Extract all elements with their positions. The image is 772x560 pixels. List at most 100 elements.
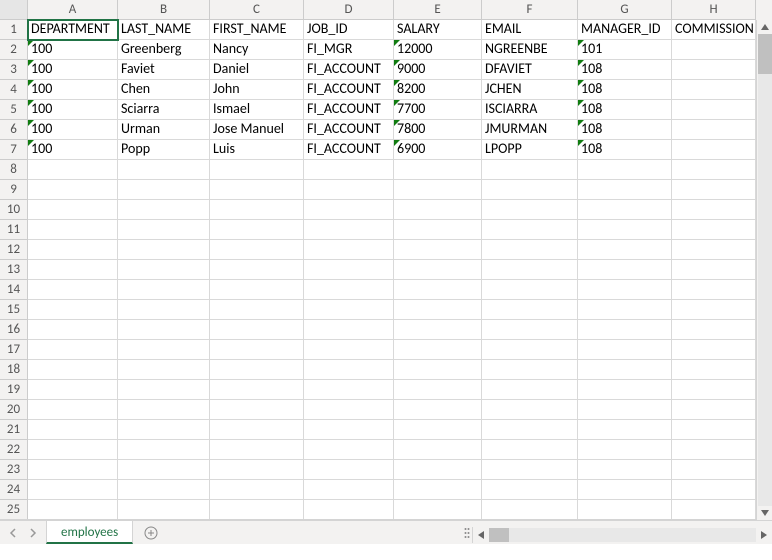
cell[interactable]	[304, 500, 394, 520]
cell[interactable]	[672, 460, 756, 480]
cell[interactable]: Ismael	[210, 100, 304, 120]
row-header[interactable]: 17	[0, 340, 28, 360]
cell[interactable]	[672, 400, 756, 420]
cell[interactable]: DFAVIET	[482, 60, 578, 80]
cell[interactable]	[28, 380, 118, 400]
cell[interactable]	[118, 360, 210, 380]
cell[interactable]: FI_ACCOUNT	[304, 60, 394, 80]
cell[interactable]: Luis	[210, 140, 304, 160]
add-sheet-button[interactable]	[139, 521, 163, 545]
cell[interactable]	[28, 420, 118, 440]
cell[interactable]	[482, 240, 578, 260]
cell[interactable]	[578, 500, 672, 520]
tab-nav-next-icon[interactable]	[26, 526, 40, 540]
cell[interactable]	[394, 240, 482, 260]
cell[interactable]	[672, 180, 756, 200]
cell[interactable]	[394, 280, 482, 300]
cell[interactable]: LPOPP	[482, 140, 578, 160]
cell[interactable]: Sciarra	[118, 100, 210, 120]
cell[interactable]	[28, 160, 118, 180]
cell[interactable]: FI_MGR	[304, 40, 394, 60]
cell[interactable]	[672, 80, 756, 100]
cell[interactable]	[672, 320, 756, 340]
cell[interactable]	[578, 220, 672, 240]
row-header[interactable]: 16	[0, 320, 28, 340]
scroll-up-button[interactable]	[757, 20, 772, 34]
cell[interactable]	[304, 260, 394, 280]
cell[interactable]	[672, 500, 756, 520]
cell[interactable]	[28, 400, 118, 420]
cell[interactable]	[304, 400, 394, 420]
cell[interactable]	[28, 240, 118, 260]
cell[interactable]: 108	[578, 100, 672, 120]
cell[interactable]	[394, 260, 482, 280]
column-header-G[interactable]: G	[578, 0, 672, 20]
cell[interactable]	[394, 320, 482, 340]
cell[interactable]: ISCIARRA	[482, 100, 578, 120]
row-header[interactable]: 11	[0, 220, 28, 240]
cell[interactable]	[394, 380, 482, 400]
cell[interactable]: 100	[28, 140, 118, 160]
cell[interactable]: 108	[578, 120, 672, 140]
cell[interactable]: 8200	[394, 80, 482, 100]
cell[interactable]	[210, 420, 304, 440]
cell[interactable]: 100	[28, 80, 118, 100]
column-header-C[interactable]: C	[210, 0, 304, 20]
cell[interactable]	[304, 380, 394, 400]
cell[interactable]: Chen	[118, 80, 210, 100]
row-header[interactable]: 15	[0, 300, 28, 320]
cell[interactable]	[118, 500, 210, 520]
column-header-A[interactable]: A	[28, 0, 118, 20]
cell[interactable]	[672, 340, 756, 360]
horizontal-scroll-thumb[interactable]	[489, 528, 509, 542]
cell[interactable]	[578, 280, 672, 300]
row-header[interactable]: 20	[0, 400, 28, 420]
cell[interactable]	[672, 480, 756, 500]
cell[interactable]	[482, 500, 578, 520]
cell[interactable]	[28, 480, 118, 500]
cell[interactable]: NGREENBE	[482, 40, 578, 60]
column-header-E[interactable]: E	[394, 0, 482, 20]
cell[interactable]	[304, 240, 394, 260]
cell[interactable]	[210, 300, 304, 320]
cell[interactable]	[482, 480, 578, 500]
cell[interactable]: JMURMAN	[482, 120, 578, 140]
cell[interactable]	[304, 480, 394, 500]
cell[interactable]	[578, 160, 672, 180]
cell[interactable]: Daniel	[210, 60, 304, 80]
cell[interactable]	[482, 440, 578, 460]
cell[interactable]	[482, 340, 578, 360]
cell[interactable]	[210, 260, 304, 280]
cell[interactable]: Nancy	[210, 40, 304, 60]
cell[interactable]	[304, 180, 394, 200]
cell[interactable]	[672, 100, 756, 120]
cell[interactable]	[672, 380, 756, 400]
cell[interactable]	[210, 440, 304, 460]
cell[interactable]	[28, 500, 118, 520]
row-header[interactable]: 1	[0, 20, 28, 40]
cell[interactable]	[210, 240, 304, 260]
cell[interactable]	[482, 460, 578, 480]
row-header[interactable]: 13	[0, 260, 28, 280]
row-header[interactable]: 14	[0, 280, 28, 300]
cell[interactable]	[578, 340, 672, 360]
scroll-left-button[interactable]	[473, 528, 489, 542]
cell[interactable]: 100	[28, 40, 118, 60]
cell[interactable]	[28, 200, 118, 220]
cell[interactable]	[304, 300, 394, 320]
cell[interactable]	[118, 220, 210, 240]
cell[interactable]	[482, 180, 578, 200]
row-header[interactable]: 22	[0, 440, 28, 460]
cell[interactable]	[118, 420, 210, 440]
cell[interactable]	[672, 140, 756, 160]
cell[interactable]	[28, 180, 118, 200]
cell[interactable]	[672, 220, 756, 240]
cell[interactable]	[394, 180, 482, 200]
cell[interactable]	[578, 200, 672, 220]
cell[interactable]: EMAIL	[482, 20, 578, 40]
cell[interactable]	[394, 340, 482, 360]
row-header[interactable]: 25	[0, 500, 28, 520]
cell[interactable]	[482, 260, 578, 280]
row-header[interactable]: 10	[0, 200, 28, 220]
cell[interactable]	[28, 340, 118, 360]
